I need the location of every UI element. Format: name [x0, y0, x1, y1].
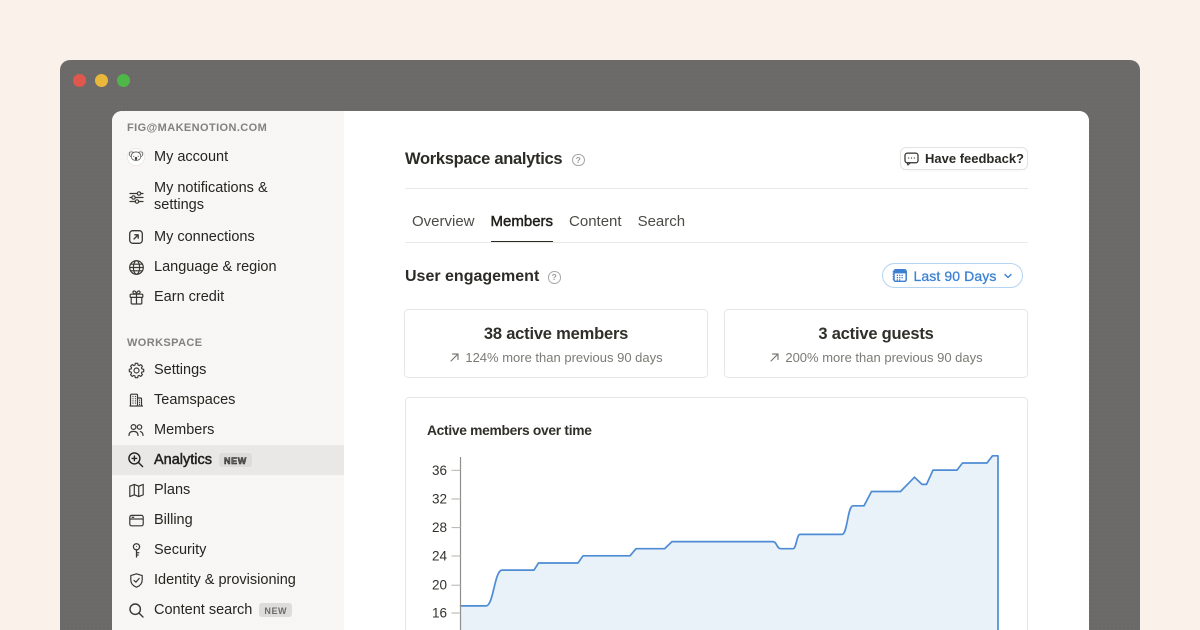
svg-text:20: 20	[432, 578, 447, 593]
svg-text:16: 16	[432, 606, 447, 621]
svg-text:28: 28	[432, 520, 447, 535]
svg-text:32: 32	[432, 492, 447, 507]
svg-text:36: 36	[432, 463, 447, 478]
svg-text:24: 24	[432, 549, 448, 564]
